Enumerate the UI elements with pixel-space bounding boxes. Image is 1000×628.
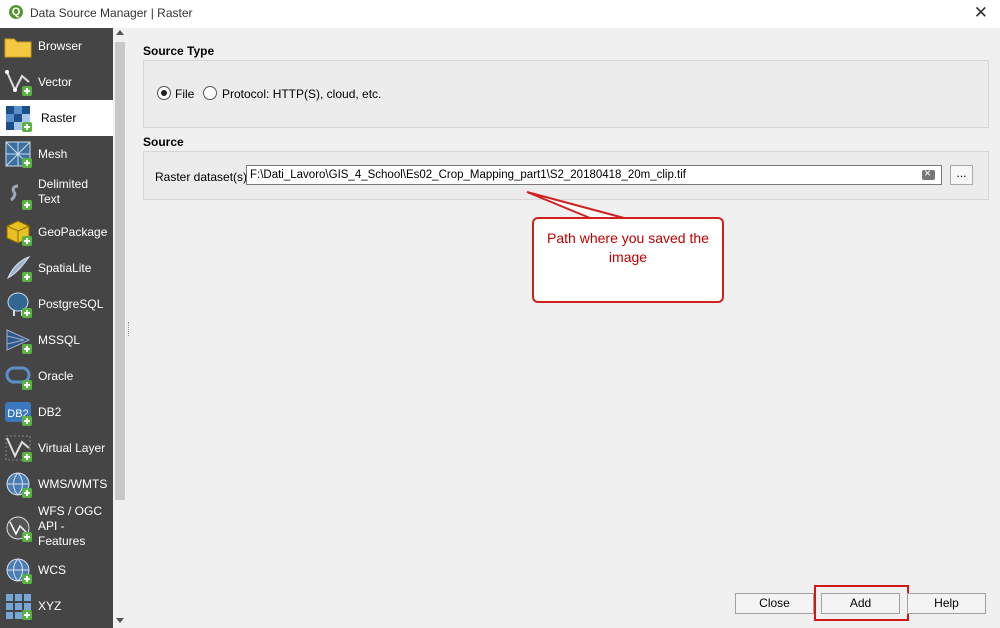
callout-pointer <box>526 191 625 219</box>
help-button[interactable]: Help <box>907 593 986 614</box>
add-button-highlight <box>814 585 909 621</box>
close-button[interactable]: Close <box>735 593 814 614</box>
annotation-callout: Path where you saved the image <box>532 217 724 303</box>
annotation-text: Path where you saved the image <box>547 230 709 265</box>
